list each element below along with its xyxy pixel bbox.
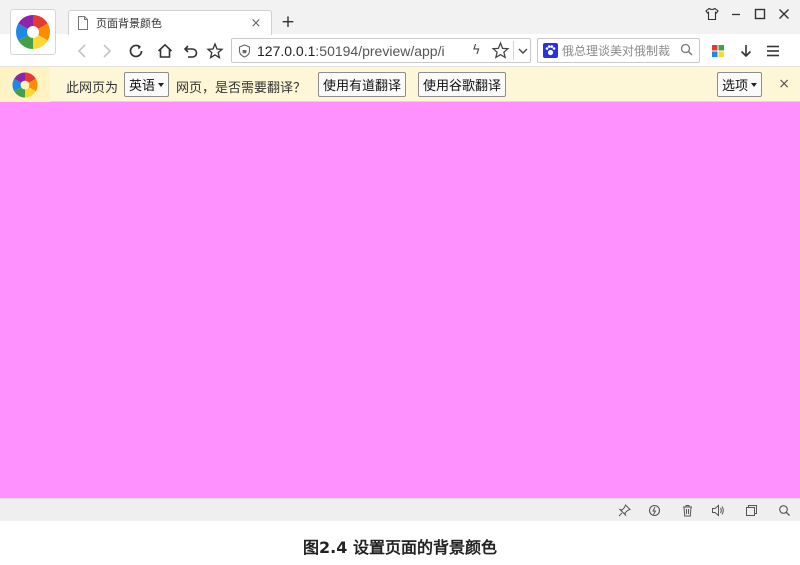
browser-logo-small-icon	[12, 71, 38, 98]
address-host: 127.0.0.1	[257, 42, 316, 59]
close-translate-bar-icon[interactable]: ×	[778, 76, 790, 92]
translation-bar: 此网页为 英语 网页，是否需要翻译？ 使用有道翻译 使用谷歌翻译 选项 ×	[0, 67, 800, 102]
translate-question-text: 网页，是否需要翻译？	[176, 81, 307, 96]
maximize-icon[interactable]	[750, 4, 770, 24]
reload-icon[interactable]	[125, 40, 147, 62]
chevron-down-icon	[751, 82, 758, 87]
skin-icon[interactable]	[702, 4, 722, 24]
address-dropdown-icon[interactable]	[513, 41, 531, 60]
document-icon	[78, 16, 88, 30]
undo-icon[interactable]	[180, 40, 202, 62]
fast-mode-icon[interactable]: ϟ	[472, 43, 481, 58]
options-button[interactable]: 选项	[717, 72, 763, 97]
address-text[interactable]: 127.0.0.1:50194/preview/app/i	[257, 43, 457, 59]
zoom-icon[interactable]	[777, 503, 791, 517]
translate-prefix-text: 此网页为	[66, 81, 119, 96]
volume-icon[interactable]	[711, 503, 725, 517]
security-shield-icon	[238, 43, 251, 58]
menu-icon[interactable]	[762, 40, 784, 62]
translate-logo	[0, 67, 50, 102]
back-icon[interactable]	[71, 40, 93, 62]
search-box[interactable]	[537, 38, 700, 63]
apps-grid-icon[interactable]	[707, 40, 729, 62]
window-restore-icon[interactable]	[744, 503, 758, 517]
home-icon[interactable]	[154, 40, 176, 62]
page-content-area	[0, 102, 800, 498]
tab-strip: 页面背景颜色 × +	[0, 0, 800, 55]
status-bar	[0, 498, 800, 521]
baidu-search-icon	[543, 43, 558, 58]
google-translate-button[interactable]: 使用谷歌翻译	[418, 72, 507, 97]
tab-active[interactable]: 页面背景颜色 ×	[68, 10, 272, 35]
bookmark-star-icon[interactable]	[204, 40, 226, 62]
tab-title: 页面背景颜色	[96, 17, 162, 30]
favorite-star-icon[interactable]	[491, 41, 510, 63]
youdao-translate-button[interactable]: 使用有道翻译	[318, 72, 407, 97]
browser-logo-icon	[16, 15, 50, 49]
options-label: 选项	[722, 79, 749, 94]
browser-logo[interactable]	[10, 9, 56, 55]
trash-icon[interactable]	[680, 503, 694, 517]
close-window-icon[interactable]	[774, 4, 794, 24]
forward-icon[interactable]	[96, 40, 118, 62]
speed-icon[interactable]	[647, 503, 661, 517]
tab-close-icon[interactable]: ×	[249, 16, 263, 31]
new-tab-button[interactable]: +	[278, 12, 298, 32]
search-icon[interactable]	[680, 43, 693, 59]
search-input[interactable]	[562, 43, 682, 58]
language-label: 英语	[129, 79, 156, 94]
chevron-down-icon	[158, 82, 165, 87]
pin-icon[interactable]	[617, 503, 631, 517]
language-select[interactable]: 英语	[124, 72, 170, 97]
window-controls	[702, 4, 794, 24]
address-bar[interactable]: 127.0.0.1:50194/preview/app/i ϟ	[231, 38, 531, 63]
navigation-bar: 127.0.0.1:50194/preview/app/i ϟ	[0, 34, 800, 67]
minimize-icon[interactable]	[726, 4, 746, 24]
address-path: :50194/preview/app/i	[315, 42, 445, 59]
figure-caption: 图2.4 设置页面的背景颜色	[303, 538, 497, 557]
download-icon[interactable]	[735, 40, 757, 62]
